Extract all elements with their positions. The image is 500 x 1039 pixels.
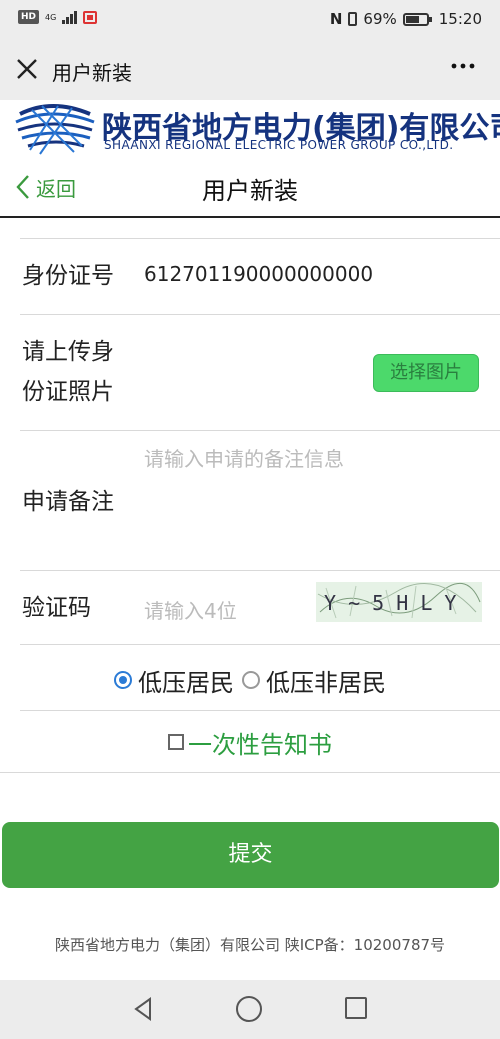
nav-recent-icon[interactable] [345, 997, 367, 1019]
checkbox-icon[interactable] [168, 734, 184, 750]
vibrate-icon [348, 12, 358, 26]
upload-label-line2: 份证照片 [22, 379, 114, 405]
user-type-radio-group: 低压居民 低压非居民 [0, 660, 500, 700]
divider [0, 772, 500, 773]
page-title: 用户新装 [202, 177, 298, 205]
radio-selected-icon [114, 671, 132, 689]
remark-label: 申请备注 [22, 489, 114, 515]
status-right: N 69% 15:20 [330, 10, 482, 28]
hd-icon: HD [18, 10, 40, 24]
divider [20, 238, 500, 239]
captcha-text: Y ~ 5 H L Y [324, 591, 456, 615]
status-left: HD 4G [18, 10, 98, 24]
status-bar: HD 4G N 69% 15:20 [0, 0, 500, 40]
company-name-en: SHAANXI REGIONAL ELECTRIC POWER GROUP CO… [104, 138, 454, 152]
nav-home-icon[interactable] [236, 996, 262, 1022]
divider [20, 710, 500, 711]
page-header: 返回 用户新装 [0, 158, 500, 218]
close-icon[interactable] [14, 56, 40, 82]
radio-label-non-residential: 低压非居民 [266, 668, 386, 697]
divider [20, 314, 500, 315]
radio-unselected-icon [242, 671, 260, 689]
captcha-image[interactable]: Y ~ 5 H L Y [316, 582, 482, 622]
radio-residential[interactable]: 低压居民 [114, 663, 234, 698]
divider [20, 430, 500, 431]
id-label: 身份证号 [22, 263, 114, 289]
radio-non-residential[interactable]: 低压非居民 [242, 663, 386, 698]
notice-link[interactable]: 一次性告知书 [188, 725, 332, 760]
signal-icon [62, 10, 78, 24]
divider [20, 644, 500, 645]
upload-label-line1: 请上传身 [22, 339, 114, 365]
captcha-input[interactable]: 请输入4位 [144, 595, 237, 624]
company-logo [15, 104, 95, 155]
battery-percent: 69% [363, 10, 397, 28]
notice-checkbox-row[interactable]: 一次性告知书 [0, 722, 500, 762]
app-notification-icon [83, 10, 98, 24]
nav-back-icon[interactable] [128, 994, 158, 1024]
battery-icon [402, 12, 432, 26]
id-number-input[interactable]: 612701190000000000 [144, 262, 373, 286]
network-type: 4G [45, 12, 57, 22]
nfc-icon: N [329, 10, 343, 28]
remark-input[interactable]: 请输入申请的备注信息 [144, 443, 344, 472]
footer-copyright: 陕西省地方电力（集团）有限公司 陕ICP备：10200787号 [54, 936, 446, 954]
radio-label-residential: 低压居民 [138, 668, 234, 697]
submit-button[interactable]: 提交 [2, 822, 499, 888]
more-icon[interactable] [450, 53, 476, 86]
clock: 15:20 [438, 10, 482, 28]
captcha-label: 验证码 [22, 595, 91, 621]
wechat-title: 用户新装 [52, 61, 132, 85]
system-nav-bar [0, 980, 500, 1039]
wechat-title-bar: 用户新装 [0, 40, 500, 100]
company-banner: 陕西省地方电力(集团)有限公司 SHAANXI REGIONAL ELECTRI… [0, 100, 500, 158]
divider [20, 570, 500, 571]
choose-image-button[interactable]: 选择图片 [373, 354, 479, 392]
